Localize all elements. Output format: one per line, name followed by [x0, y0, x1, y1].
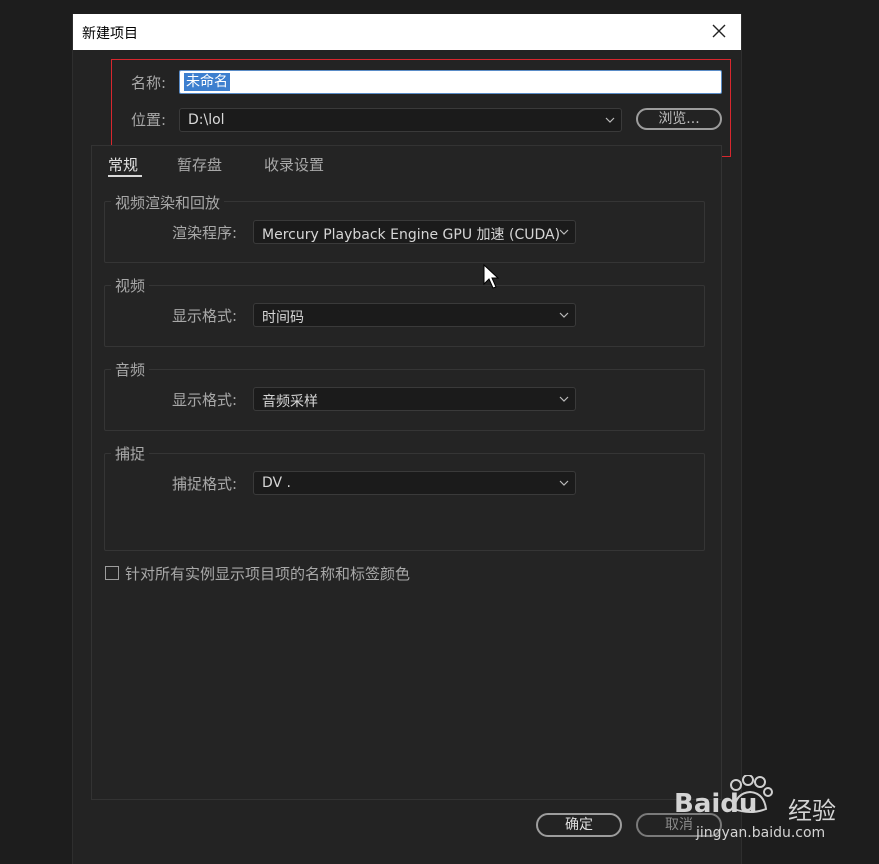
video-format-label: 显示格式:: [172, 307, 238, 325]
tab-scratch-disks[interactable]: 暂存盘: [177, 154, 222, 175]
renderer-dropdown[interactable]: Mercury Playback Engine GPU 加速 (CUDA): [253, 220, 576, 244]
show-names-colors-label: 针对所有实例显示项目项的名称和标签颜色: [125, 565, 411, 583]
mouse-pointer-icon: [483, 264, 500, 289]
renderer-label: 渲染程序:: [172, 224, 238, 242]
tab-general[interactable]: 常规: [108, 154, 138, 175]
video-format-dropdown[interactable]: 时间码: [253, 303, 576, 327]
audio-format-label: 显示格式:: [172, 391, 238, 409]
group-capture: [104, 453, 705, 551]
dialog-titlebar: 新建项目: [73, 14, 741, 50]
watermark-url: jingyan.baidu.com: [696, 825, 826, 841]
renderer-value: Mercury Playback Engine GPU 加速 (CUDA): [262, 227, 561, 243]
baidu-watermark: Baidu 经验 jingyan.baidu.com: [670, 775, 845, 845]
chevron-down-icon: [559, 312, 569, 318]
location-dropdown[interactable]: D:\lol: [179, 108, 622, 132]
group-video-title: 视频: [111, 275, 150, 296]
active-tab-indicator: [108, 175, 142, 177]
video-format-value: 时间码: [262, 310, 304, 326]
location-label: 位置:: [131, 111, 167, 129]
name-label: 名称:: [131, 74, 167, 92]
watermark-brand: Baidu: [674, 789, 758, 819]
capture-format-value: DV .: [262, 475, 292, 491]
capture-format-label: 捕捉格式:: [172, 475, 238, 493]
chevron-down-icon: [559, 229, 569, 235]
group-renderer-title: 视频渲染和回放: [111, 192, 225, 213]
ok-button[interactable]: 确定: [536, 813, 622, 837]
location-value: D:\lol: [188, 112, 225, 128]
audio-format-value: 音频采样: [262, 394, 318, 410]
chevron-down-icon: [559, 396, 569, 402]
audio-format-dropdown[interactable]: 音频采样: [253, 387, 576, 411]
tab-ingest-settings[interactable]: 收录设置: [264, 154, 324, 175]
browse-button[interactable]: 浏览...: [636, 108, 722, 130]
project-name-value: 未命名: [184, 73, 230, 91]
new-project-dialog: 新建项目 名称: 未命名 位置: D:\lol 浏览... 常规 暂存盘 收录设…: [72, 14, 742, 864]
project-name-input[interactable]: 未命名: [179, 70, 722, 94]
watermark-jingyan: 经验: [788, 797, 836, 825]
dialog-title: 新建项目: [82, 26, 138, 42]
close-icon[interactable]: [709, 21, 729, 41]
capture-format-dropdown[interactable]: DV .: [253, 471, 576, 495]
show-names-colors-checkbox[interactable]: [105, 566, 119, 580]
group-audio-title: 音频: [111, 359, 150, 380]
group-capture-title: 捕捉: [111, 443, 150, 464]
chevron-down-icon: [605, 117, 615, 123]
chevron-down-icon: [559, 480, 569, 486]
